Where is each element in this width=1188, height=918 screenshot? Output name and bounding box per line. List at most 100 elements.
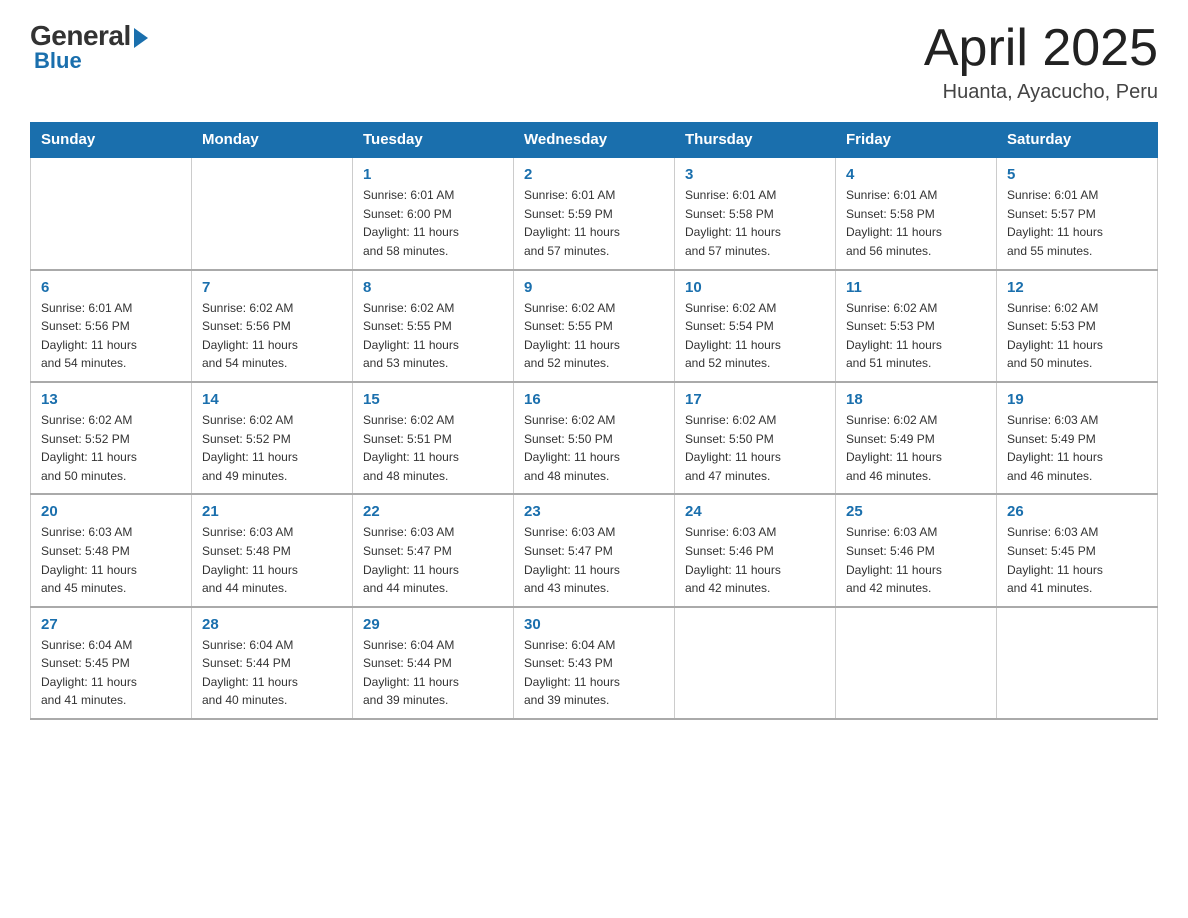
calendar-cell — [192, 157, 353, 269]
day-number: 22 — [363, 503, 503, 520]
day-info: Sunrise: 6:02 AMSunset: 5:52 PMDaylight:… — [202, 411, 342, 485]
day-number: 14 — [202, 391, 342, 408]
day-info: Sunrise: 6:02 AMSunset: 5:55 PMDaylight:… — [363, 299, 503, 373]
day-info: Sunrise: 6:01 AMSunset: 5:58 PMDaylight:… — [846, 186, 986, 260]
calendar-cell: 17 Sunrise: 6:02 AMSunset: 5:50 PMDayligh… — [675, 382, 836, 494]
day-number: 17 — [685, 391, 825, 408]
day-info: Sunrise: 6:04 AMSunset: 5:44 PMDaylight:… — [363, 636, 503, 710]
calendar-location: Huanta, Ayacucho, Peru — [924, 81, 1158, 104]
day-info: Sunrise: 6:03 AMSunset: 5:46 PMDaylight:… — [685, 523, 825, 597]
calendar-cell — [836, 607, 997, 719]
calendar-week-row: 20 Sunrise: 6:03 AMSunset: 5:48 PMDayligh… — [31, 494, 1158, 606]
calendar-cell: 13 Sunrise: 6:02 AMSunset: 5:52 PMDayligh… — [31, 382, 192, 494]
day-number: 25 — [846, 503, 986, 520]
day-number: 3 — [685, 166, 825, 183]
day-info: Sunrise: 6:01 AMSunset: 5:57 PMDaylight:… — [1007, 186, 1147, 260]
day-number: 27 — [41, 616, 181, 633]
calendar-cell — [675, 607, 836, 719]
calendar-cell: 6Sunrise: 6:01 AMSunset: 5:56 PMDaylight… — [31, 270, 192, 382]
day-info: Sunrise: 6:02 AMSunset: 5:49 PMDaylight:… — [846, 411, 986, 485]
calendar-header-row: SundayMondayTuesdayWednesdayThursdayFrid… — [31, 123, 1158, 158]
day-info: Sunrise: 6:02 AMSunset: 5:55 PMDaylight:… — [524, 299, 664, 373]
day-info: Sunrise: 6:03 AMSunset: 5:49 PMDaylight:… — [1007, 411, 1147, 485]
calendar-cell: 30 Sunrise: 6:04 AMSunset: 5:43 PMDayligh… — [514, 607, 675, 719]
day-number: 4 — [846, 166, 986, 183]
day-info: Sunrise: 6:03 AMSunset: 5:45 PMDaylight:… — [1007, 523, 1147, 597]
logo-blue-text: Blue — [34, 48, 82, 74]
calendar-cell: 15Sunrise: 6:02 AMSunset: 5:51 PMDayligh… — [353, 382, 514, 494]
calendar-cell: 3 Sunrise: 6:01 AMSunset: 5:58 PMDaylight… — [675, 157, 836, 269]
logo-arrow-icon — [134, 28, 148, 48]
day-info: Sunrise: 6:03 AMSunset: 5:46 PMDaylight:… — [846, 523, 986, 597]
day-info: Sunrise: 6:03 AMSunset: 5:48 PMDaylight:… — [202, 523, 342, 597]
day-info: Sunrise: 6:02 AMSunset: 5:50 PMDaylight:… — [685, 411, 825, 485]
day-info: Sunrise: 6:02 AMSunset: 5:50 PMDaylight:… — [524, 411, 664, 485]
day-number: 5 — [1007, 166, 1147, 183]
calendar-cell: 5 Sunrise: 6:01 AMSunset: 5:57 PMDaylight… — [997, 157, 1158, 269]
calendar-cell: 21Sunrise: 6:03 AMSunset: 5:48 PMDayligh… — [192, 494, 353, 606]
calendar-cell — [997, 607, 1158, 719]
calendar-cell: 20 Sunrise: 6:03 AMSunset: 5:48 PMDayligh… — [31, 494, 192, 606]
day-header-monday: Monday — [192, 123, 353, 158]
day-number: 15 — [363, 391, 503, 408]
calendar-cell: 24 Sunrise: 6:03 AMSunset: 5:46 PMDayligh… — [675, 494, 836, 606]
day-number: 12 — [1007, 279, 1147, 296]
day-number: 8 — [363, 279, 503, 296]
day-number: 24 — [685, 503, 825, 520]
title-block: April 2025 Huanta, Ayacucho, Peru — [924, 20, 1158, 104]
day-number: 23 — [524, 503, 664, 520]
day-number: 11 — [846, 279, 986, 296]
day-info: Sunrise: 6:02 AMSunset: 5:52 PMDaylight:… — [41, 411, 181, 485]
day-info: Sunrise: 6:01 AMSunset: 5:59 PMDaylight:… — [524, 186, 664, 260]
calendar-cell: 12 Sunrise: 6:02 AMSunset: 5:53 PMDayligh… — [997, 270, 1158, 382]
day-number: 7 — [202, 279, 342, 296]
day-info: Sunrise: 6:03 AMSunset: 5:48 PMDaylight:… — [41, 523, 181, 597]
calendar-cell: 4 Sunrise: 6:01 AMSunset: 5:58 PMDaylight… — [836, 157, 997, 269]
calendar-cell: 2Sunrise: 6:01 AMSunset: 5:59 PMDaylight… — [514, 157, 675, 269]
logo: General Blue — [30, 20, 148, 74]
day-number: 9 — [524, 279, 664, 296]
day-header-thursday: Thursday — [675, 123, 836, 158]
calendar-cell: 22 Sunrise: 6:03 AMSunset: 5:47 PMDayligh… — [353, 494, 514, 606]
day-header-sunday: Sunday — [31, 123, 192, 158]
day-number: 6 — [41, 279, 181, 296]
day-number: 18 — [846, 391, 986, 408]
day-number: 16 — [524, 391, 664, 408]
calendar-cell: 25 Sunrise: 6:03 AMSunset: 5:46 PMDayligh… — [836, 494, 997, 606]
calendar-cell: 7 Sunrise: 6:02 AMSunset: 5:56 PMDaylight… — [192, 270, 353, 382]
day-info: Sunrise: 6:03 AMSunset: 5:47 PMDaylight:… — [363, 523, 503, 597]
day-number: 20 — [41, 503, 181, 520]
calendar-cell: 16 Sunrise: 6:02 AMSunset: 5:50 PMDayligh… — [514, 382, 675, 494]
day-number: 10 — [685, 279, 825, 296]
calendar-cell: 26Sunrise: 6:03 AMSunset: 5:45 PMDayligh… — [997, 494, 1158, 606]
calendar-cell: 11Sunrise: 6:02 AMSunset: 5:53 PMDayligh… — [836, 270, 997, 382]
calendar-cell — [31, 157, 192, 269]
calendar-cell: 10Sunrise: 6:02 AMSunset: 5:54 PMDayligh… — [675, 270, 836, 382]
day-number: 29 — [363, 616, 503, 633]
calendar-cell: 1 Sunrise: 6:01 AMSunset: 6:00 PMDaylight… — [353, 157, 514, 269]
day-number: 1 — [363, 166, 503, 183]
calendar-cell: 27Sunrise: 6:04 AMSunset: 5:45 PMDayligh… — [31, 607, 192, 719]
day-info: Sunrise: 6:01 AMSunset: 6:00 PMDaylight:… — [363, 186, 503, 260]
calendar-cell: 19 Sunrise: 6:03 AMSunset: 5:49 PMDayligh… — [997, 382, 1158, 494]
calendar-cell: 14 Sunrise: 6:02 AMSunset: 5:52 PMDayligh… — [192, 382, 353, 494]
day-number: 19 — [1007, 391, 1147, 408]
day-header-friday: Friday — [836, 123, 997, 158]
day-number: 28 — [202, 616, 342, 633]
calendar-week-row: 6Sunrise: 6:01 AMSunset: 5:56 PMDaylight… — [31, 270, 1158, 382]
calendar-week-row: 27Sunrise: 6:04 AMSunset: 5:45 PMDayligh… — [31, 607, 1158, 719]
day-header-saturday: Saturday — [997, 123, 1158, 158]
day-info: Sunrise: 6:02 AMSunset: 5:56 PMDaylight:… — [202, 299, 342, 373]
day-number: 13 — [41, 391, 181, 408]
day-info: Sunrise: 6:04 AMSunset: 5:44 PMDaylight:… — [202, 636, 342, 710]
calendar-cell: 9 Sunrise: 6:02 AMSunset: 5:55 PMDaylight… — [514, 270, 675, 382]
calendar-week-row: 13 Sunrise: 6:02 AMSunset: 5:52 PMDayligh… — [31, 382, 1158, 494]
calendar-cell: 8 Sunrise: 6:02 AMSunset: 5:55 PMDaylight… — [353, 270, 514, 382]
day-info: Sunrise: 6:01 AMSunset: 5:58 PMDaylight:… — [685, 186, 825, 260]
day-info: Sunrise: 6:04 AMSunset: 5:43 PMDaylight:… — [524, 636, 664, 710]
page-header: General Blue April 2025 Huanta, Ayacucho… — [30, 20, 1158, 104]
day-info: Sunrise: 6:02 AMSunset: 5:53 PMDaylight:… — [1007, 299, 1147, 373]
calendar-table: SundayMondayTuesdayWednesdayThursdayFrid… — [30, 122, 1158, 720]
day-number: 30 — [524, 616, 664, 633]
calendar-title: April 2025 — [924, 20, 1158, 77]
